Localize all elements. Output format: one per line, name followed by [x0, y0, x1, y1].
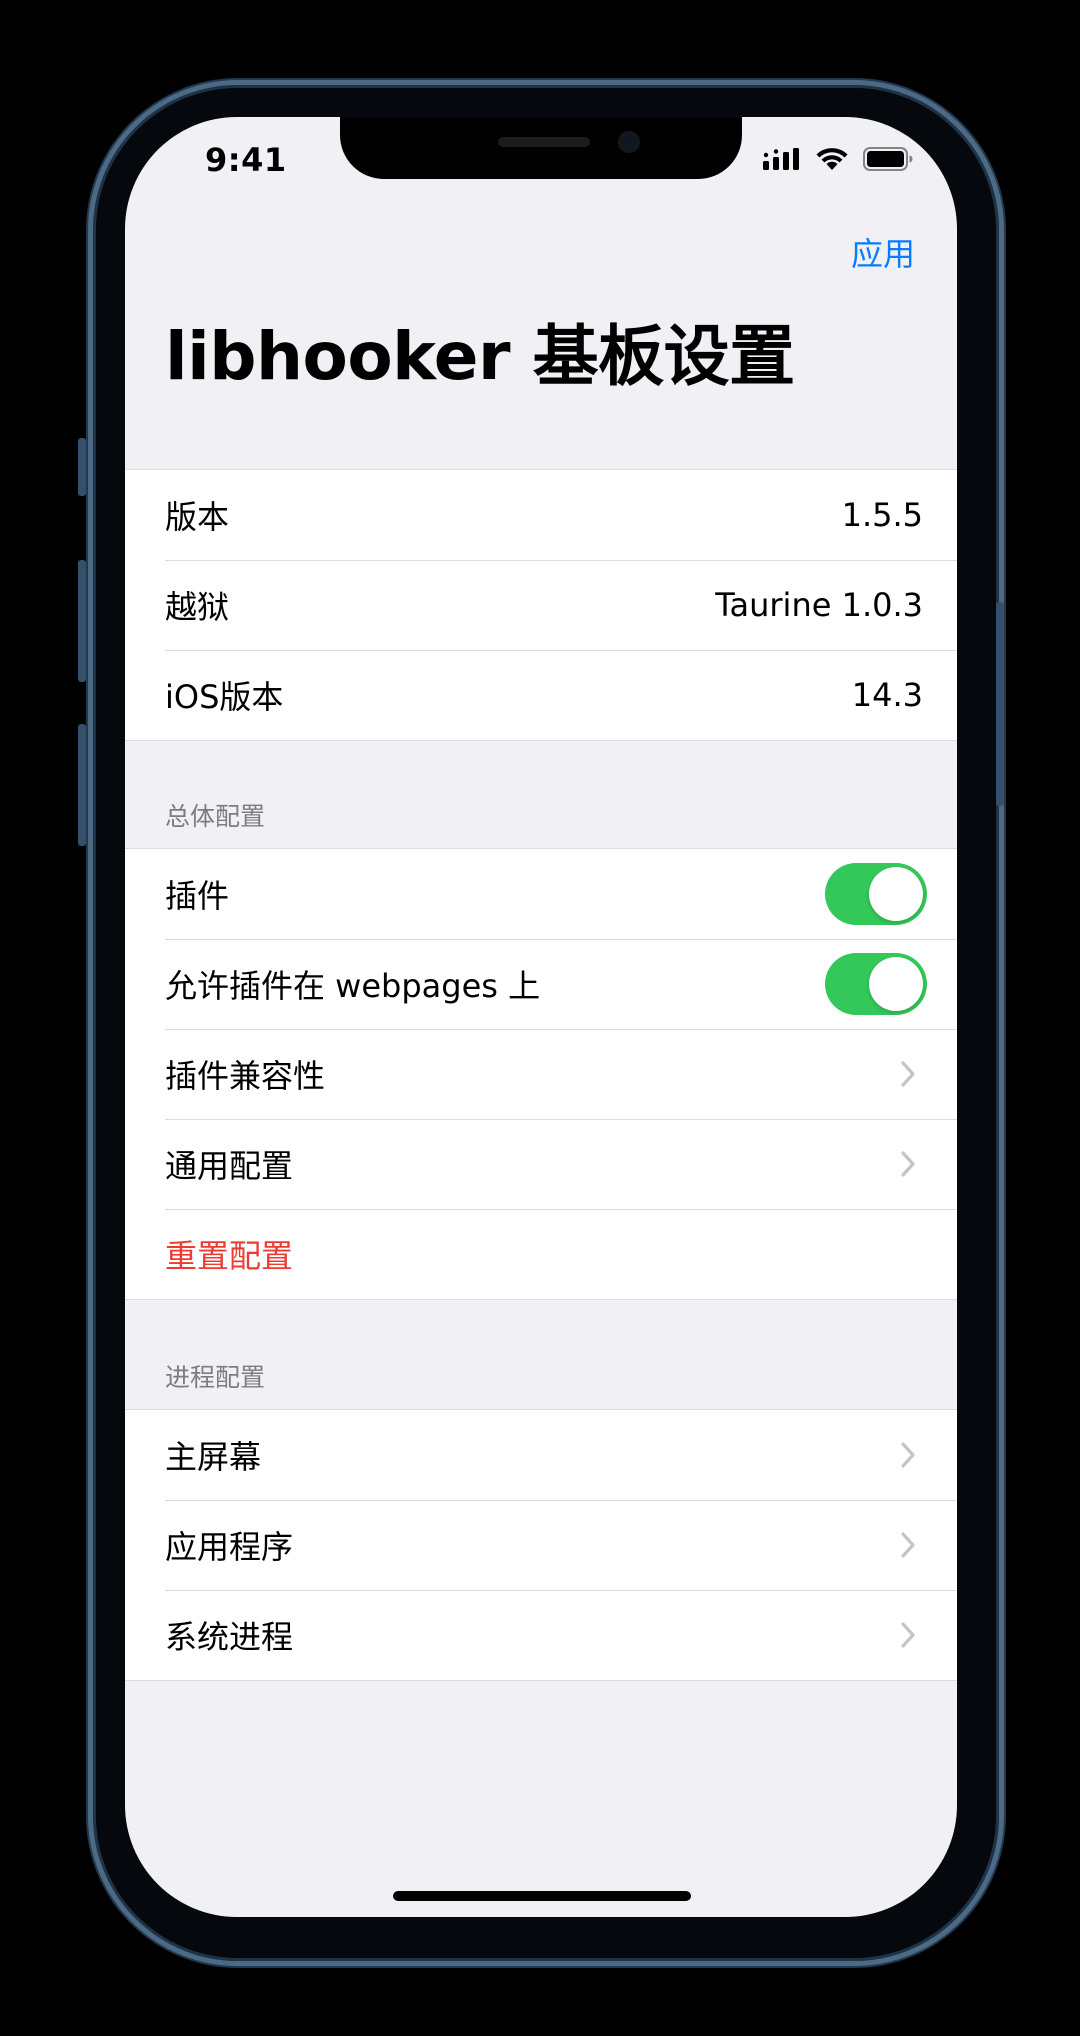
- version-label: 版本: [165, 498, 230, 536]
- reset-config-label: 重置配置: [165, 1237, 294, 1275]
- toggle-knob: [869, 957, 923, 1011]
- process-group: 主屏幕 应用程序 系统进程: [125, 1409, 957, 1681]
- earpiece-speaker: [498, 137, 590, 147]
- front-camera: [618, 131, 640, 153]
- chevron-right-icon: [901, 1151, 915, 1177]
- version-row: 版本 1.5.5: [125, 470, 957, 560]
- screen: 9:41 应用 libhooker 基板设置 版本 1.5.5 越狱 Tauri…: [125, 117, 957, 1917]
- tweaks-on-webpages-toggle[interactable]: [825, 953, 927, 1015]
- mute-switch: [78, 438, 86, 496]
- chevron-right-icon: [901, 1061, 915, 1087]
- cellular-signal-icon: [763, 148, 799, 170]
- general-config-row[interactable]: 通用配置: [125, 1119, 957, 1209]
- notch: [340, 117, 742, 179]
- applications-row[interactable]: 应用程序: [125, 1500, 957, 1590]
- volume-down-button: [78, 724, 86, 846]
- general-config-label: 通用配置: [165, 1147, 294, 1185]
- version-value: 1.5.5: [841, 496, 923, 534]
- battery-icon: [863, 147, 913, 171]
- jailbreak-label: 越狱: [165, 588, 230, 626]
- applications-label: 应用程序: [165, 1528, 294, 1566]
- chevron-right-icon: [901, 1622, 915, 1648]
- ios-version-label: iOS版本: [165, 678, 284, 716]
- reset-config-row[interactable]: 重置配置: [125, 1209, 957, 1299]
- apply-button[interactable]: 应用: [851, 229, 915, 275]
- system-processes-row[interactable]: 系统进程: [125, 1590, 957, 1680]
- tweaks-label: 插件: [165, 877, 230, 915]
- jailbreak-row: 越狱 Taurine 1.0.3: [125, 560, 957, 650]
- general-section-header: 总体配置: [165, 802, 266, 831]
- volume-up-button: [78, 560, 86, 682]
- status-indicators: [763, 147, 913, 171]
- tweaks-row: 插件: [125, 849, 957, 939]
- ios-version-value: 14.3: [851, 676, 923, 714]
- chevron-right-icon: [901, 1532, 915, 1558]
- status-time: 9:41: [205, 141, 287, 179]
- power-button: [996, 602, 1004, 806]
- process-section-header: 进程配置: [165, 1363, 266, 1392]
- springboard-row[interactable]: 主屏幕: [125, 1410, 957, 1500]
- wifi-icon: [816, 148, 848, 170]
- tweak-compatibility-row[interactable]: 插件兼容性: [125, 1029, 957, 1119]
- info-group: 版本 1.5.5 越狱 Taurine 1.0.3 iOS版本 14.3: [125, 469, 957, 741]
- tweak-compatibility-label: 插件兼容性: [165, 1057, 326, 1095]
- system-processes-label: 系统进程: [165, 1618, 294, 1656]
- tweaks-toggle[interactable]: [825, 863, 927, 925]
- ios-version-row: iOS版本 14.3: [125, 650, 957, 740]
- home-indicator[interactable]: [393, 1891, 691, 1901]
- chevron-right-icon: [901, 1442, 915, 1468]
- tweaks-on-webpages-row: 允许插件在 webpages 上: [125, 939, 957, 1029]
- springboard-label: 主屏幕: [165, 1438, 262, 1476]
- jailbreak-value: Taurine 1.0.3: [715, 586, 923, 624]
- toggle-knob: [869, 867, 923, 921]
- tweaks-on-webpages-label: 允许插件在 webpages 上: [165, 967, 541, 1005]
- page-title: libhooker 基板设置: [165, 318, 795, 395]
- general-group: 插件 允许插件在 webpages 上 插件兼容性 通用配置 重置配置: [125, 848, 957, 1300]
